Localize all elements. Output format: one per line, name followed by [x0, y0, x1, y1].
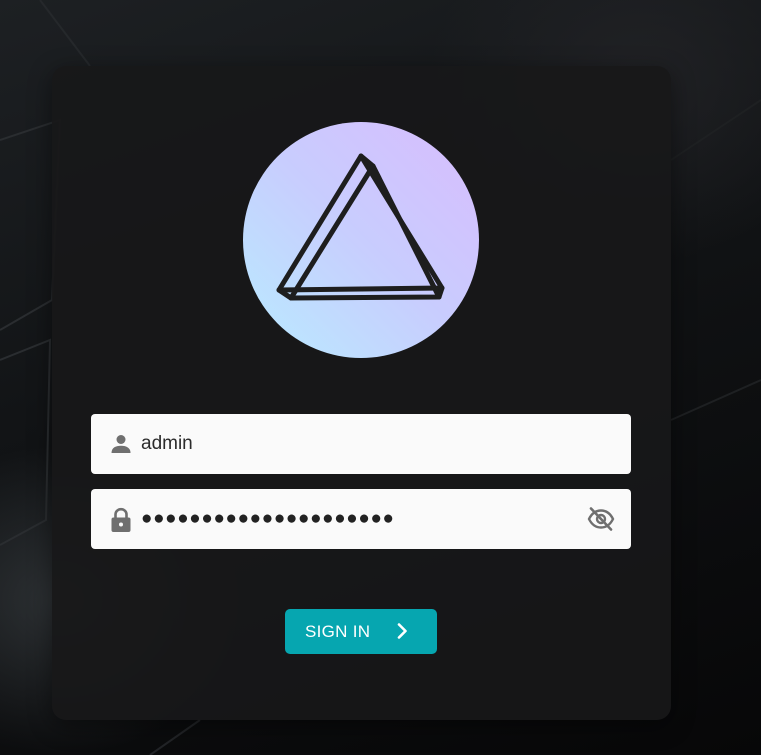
- lock-icon: [109, 507, 133, 532]
- password-input[interactable]: ●●●●●●●●●●●●●●●●●●●●●: [141, 489, 395, 549]
- sign-in-label: SIGN IN: [305, 622, 371, 641]
- person-icon: [109, 432, 133, 456]
- prism-triangle-logo: [243, 122, 479, 358]
- login-card: admin ●●●●●●●●●●●●●●●●●●●●● SIGN IN: [52, 66, 671, 720]
- username-field[interactable]: admin: [91, 414, 631, 474]
- sign-in-button[interactable]: SIGN IN: [285, 609, 437, 654]
- password-field[interactable]: ●●●●●●●●●●●●●●●●●●●●●: [91, 489, 631, 549]
- eye-off-icon[interactable]: [587, 506, 615, 532]
- username-input[interactable]: admin: [141, 414, 193, 474]
- chevron-right-icon: [393, 622, 411, 640]
